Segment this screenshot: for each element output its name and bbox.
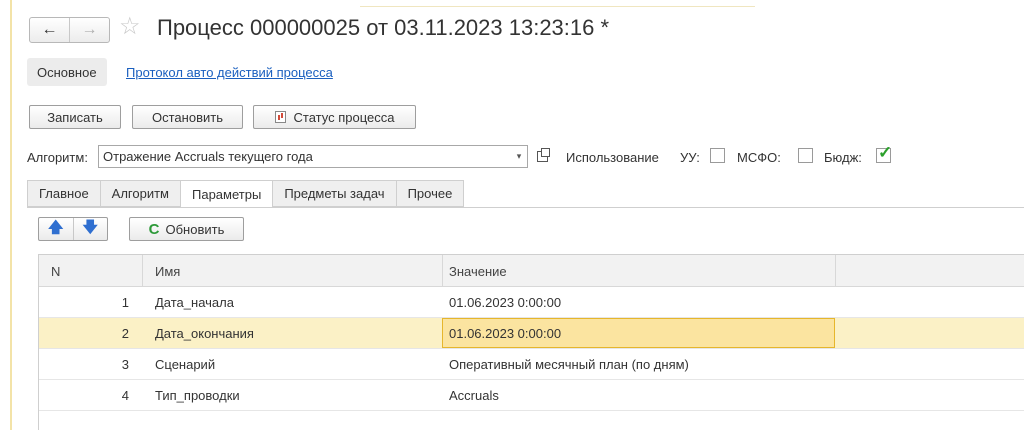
checkmark-icon: ✓ (878, 143, 893, 162)
open-algorithm-button[interactable] (533, 146, 551, 166)
row-value[interactable]: Оперативный месячный план (по дням) (449, 357, 689, 372)
tab-parameters[interactable]: Параметры (181, 180, 274, 208)
save-button[interactable]: Записать (29, 105, 121, 129)
tab-other[interactable]: Прочее (396, 180, 465, 207)
column-header-n[interactable]: N (51, 264, 60, 279)
msfo-label: МСФО: (737, 150, 781, 165)
column-header-value[interactable]: Значение (449, 264, 507, 279)
chevron-down-icon[interactable]: ▾ (511, 148, 527, 164)
table-row-selected[interactable]: 2 Дата_окончания 01.06.2023 0:00:00 (39, 318, 1024, 349)
refresh-icon: C (148, 220, 160, 238)
page-title: Процесс 000000025 от 03.11.2023 13:23:16… (157, 15, 610, 40)
uu-checkbox[interactable] (710, 148, 725, 163)
refresh-label: Обновить (165, 221, 225, 237)
favorite-star-icon[interactable]: ☆ (119, 15, 141, 39)
column-divider (442, 255, 443, 287)
uu-label: УУ: (680, 150, 700, 165)
row-name: Тип_проводки (155, 388, 240, 403)
row-value[interactable]: Accruals (449, 388, 499, 403)
column-divider (142, 255, 143, 287)
msfo-checkbox[interactable] (798, 148, 813, 163)
move-down-button[interactable]: 🡇 (72, 218, 108, 240)
row-number: 3 (121, 357, 129, 372)
algorithm-label: Алгоритм: (27, 150, 88, 165)
section-main[interactable]: Основное (27, 58, 107, 86)
row-name: Дата_окончания (155, 326, 254, 341)
arrow-down-icon: 🡇 (82, 218, 98, 236)
nav-buttons: ← → (29, 17, 110, 43)
row-name: Сценарий (155, 357, 216, 372)
row-number: 1 (121, 295, 129, 310)
arrow-left-icon: ← (41, 21, 58, 38)
tab-main[interactable]: Главное (27, 180, 101, 207)
usage-label: Использование (566, 150, 659, 165)
arrow-up-icon: 🡅 (48, 218, 64, 236)
window-top-edge (360, 6, 755, 7)
table-row[interactable]: 1 Дата_начала 01.06.2023 0:00:00 (39, 287, 1024, 318)
table-header: N Имя Значение (39, 255, 1024, 287)
row-name: Дата_начала (155, 295, 234, 310)
process-status-label: Статус процесса (293, 109, 395, 125)
window-left-edge (10, 0, 12, 430)
row-number: 2 (121, 326, 129, 341)
back-button[interactable]: ← (30, 18, 69, 42)
table-row[interactable]: 4 Тип_проводки Accruals (39, 380, 1024, 411)
report-icon (274, 111, 286, 123)
row-value[interactable]: 01.06.2023 0:00:00 (449, 326, 561, 341)
budget-label: Бюдж: (824, 150, 862, 165)
forward-button[interactable]: → (69, 18, 109, 42)
budget-checkbox[interactable]: ✓ (876, 144, 892, 163)
column-header-name[interactable]: Имя (155, 264, 180, 279)
move-up-button[interactable]: 🡅 (39, 218, 73, 240)
table-row[interactable]: 3 Сценарий Оперативный месячный план (по… (39, 349, 1024, 380)
process-status-button[interactable]: Статус процесса (253, 105, 416, 129)
save-button-label: Записать (47, 109, 103, 125)
stop-button-label: Остановить (152, 109, 223, 125)
tab-bar: Главное Алгоритм Параметры Предметы зада… (27, 180, 465, 208)
row-number: 4 (121, 388, 129, 403)
refresh-button[interactable]: C Обновить (129, 217, 244, 241)
move-buttons: 🡅 🡇 (38, 217, 108, 241)
column-divider (835, 255, 836, 287)
section-log-link[interactable]: Протокол авто действий процесса (126, 65, 333, 80)
parameters-table: N Имя Значение 1 Дата_начала 01.06.2023 … (38, 254, 1024, 430)
tab-algorithm[interactable]: Алгоритм (100, 180, 181, 207)
algorithm-field[interactable]: Отражение Accruals текущего года (98, 145, 528, 168)
tabs-divider (27, 207, 1024, 208)
tab-task-subjects[interactable]: Предметы задач (273, 180, 397, 207)
open-window-icon (536, 147, 550, 162)
arrow-right-icon: → (81, 21, 98, 38)
row-value[interactable]: 01.06.2023 0:00:00 (449, 295, 561, 310)
stop-button[interactable]: Остановить (132, 105, 243, 129)
